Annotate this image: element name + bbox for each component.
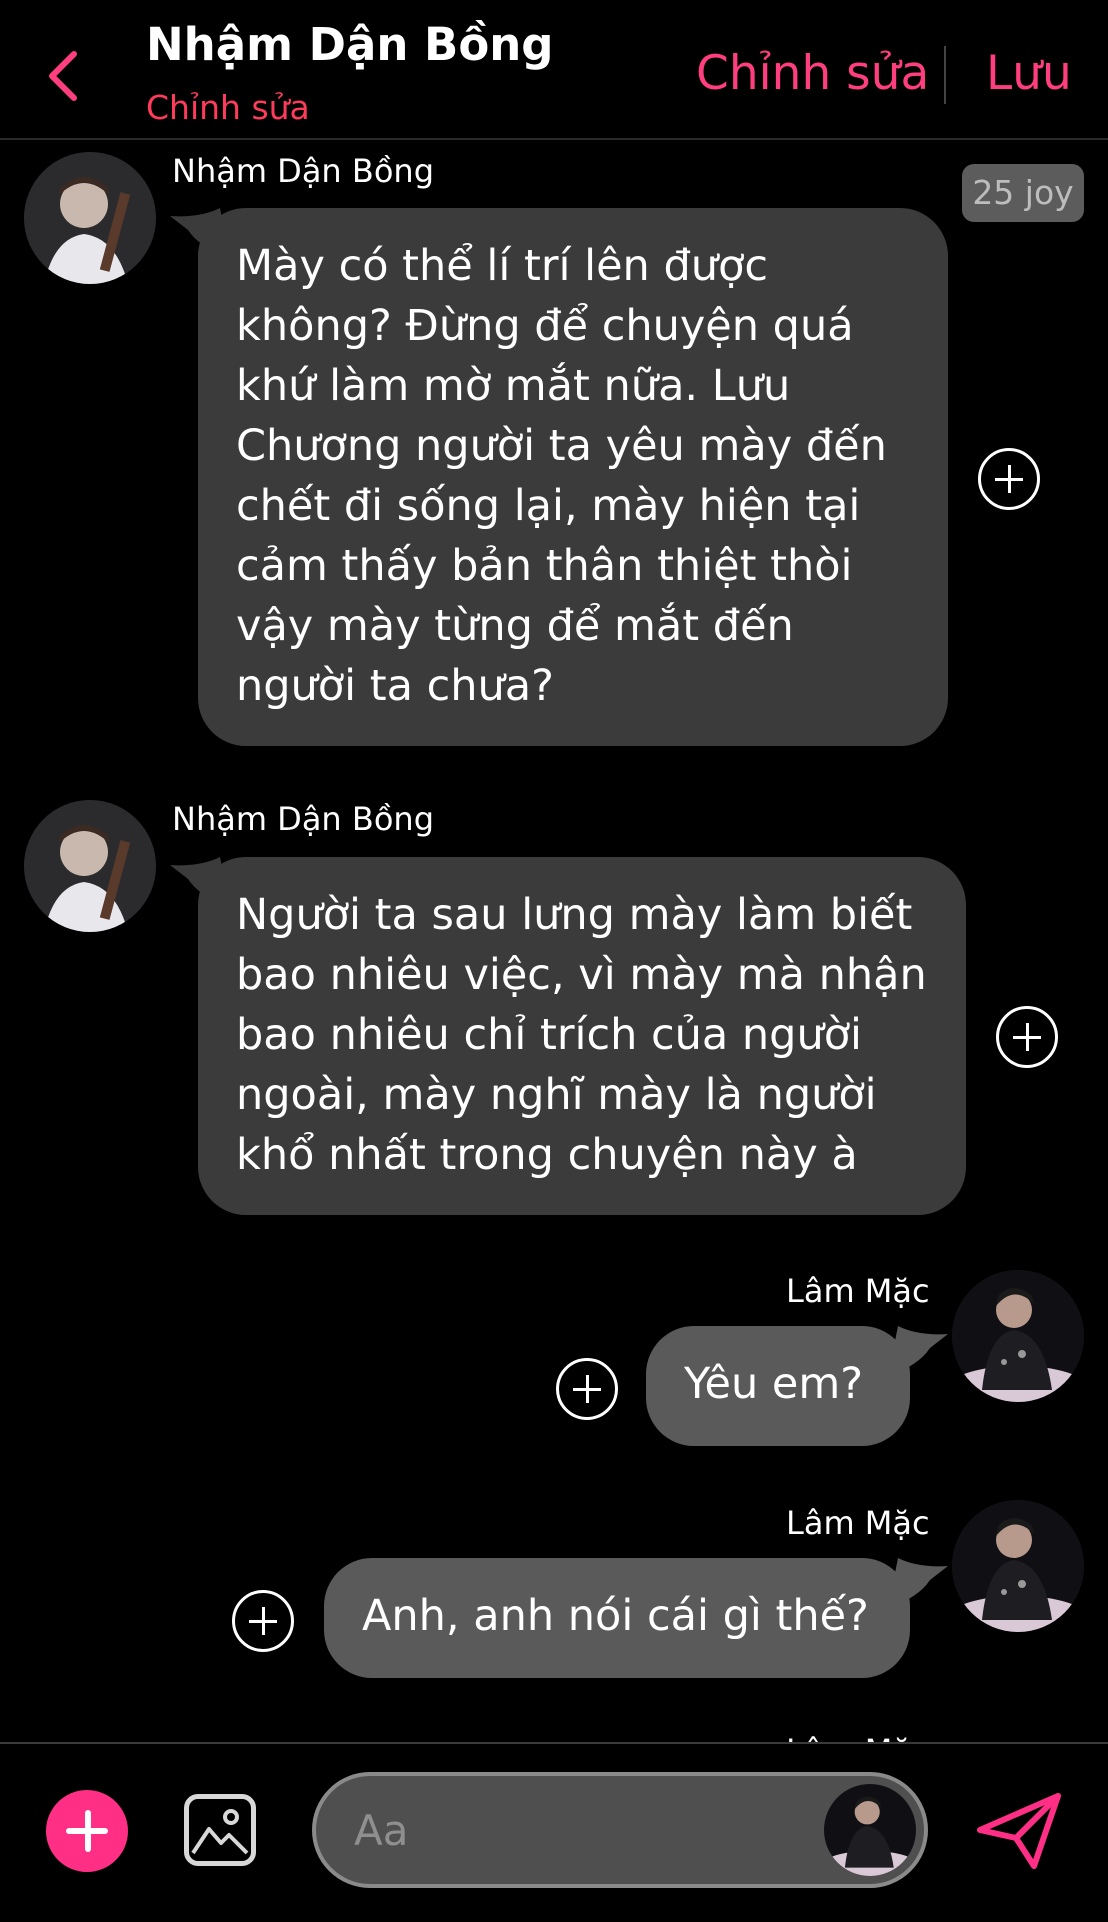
edit-button[interactable]: Chỉnh sửa: [696, 46, 929, 101]
avatar[interactable]: [24, 800, 156, 932]
add-reaction-icon[interactable]: [978, 448, 1040, 510]
avatar-image-icon: [24, 800, 156, 932]
chat-subtitle[interactable]: Chỉnh sửa: [146, 88, 310, 127]
add-reaction-icon[interactable]: [556, 1358, 618, 1420]
add-reaction-icon[interactable]: [232, 1590, 294, 1652]
add-reaction-icon[interactable]: [996, 1006, 1058, 1068]
sender-name: Lâm Mặc: [786, 1272, 930, 1310]
message-input-placeholder: Aa: [354, 1806, 409, 1855]
avatar-image-icon: [952, 1270, 1084, 1402]
avatar-image-icon: [952, 1500, 1084, 1632]
sender-name: Nhậm Dận Bồng: [172, 152, 434, 190]
sender-name: Nhậm Dận Bồng: [172, 800, 434, 838]
avatar[interactable]: [952, 1270, 1084, 1402]
message-bubble[interactable]: Người ta sau lưng mày làm biết bao nhiêu…: [198, 857, 966, 1215]
send-icon[interactable]: [976, 1792, 1064, 1870]
message-bubble[interactable]: Yêu em?: [646, 1326, 910, 1446]
persona-avatar[interactable]: [824, 1784, 916, 1876]
chevron-left-icon[interactable]: [40, 46, 90, 106]
save-button[interactable]: Lưu: [986, 46, 1072, 101]
message-bubble[interactable]: Anh, anh nói cái gì thế?: [324, 1558, 910, 1678]
add-button[interactable]: [46, 1790, 128, 1872]
avatar-image-icon: [24, 152, 156, 284]
chat-title: Nhậm Dận Bồng: [146, 18, 554, 71]
avatar-image-icon: [824, 1784, 916, 1876]
avatar[interactable]: [952, 1500, 1084, 1632]
avatar[interactable]: [24, 152, 156, 284]
header-divider: [944, 46, 946, 104]
joy-badge: 25 joy: [962, 164, 1084, 222]
message-bubble[interactable]: Mày có thể lí trí lên được không? Đừng đ…: [198, 208, 948, 746]
sender-name: Lâm Mặc: [786, 1504, 930, 1542]
image-icon[interactable]: [184, 1794, 256, 1866]
